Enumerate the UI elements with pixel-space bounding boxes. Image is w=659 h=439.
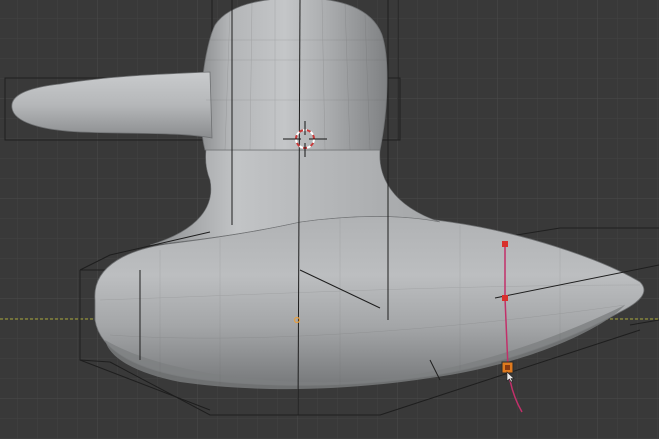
- viewport-canvas[interactable]: [0, 0, 659, 439]
- curve-point-middle[interactable]: [502, 295, 508, 301]
- duck-head: [200, 0, 388, 151]
- 3d-viewport[interactable]: [0, 0, 659, 439]
- curve-active-handle-inner: [505, 365, 510, 370]
- curve-point-top[interactable]: [502, 241, 508, 247]
